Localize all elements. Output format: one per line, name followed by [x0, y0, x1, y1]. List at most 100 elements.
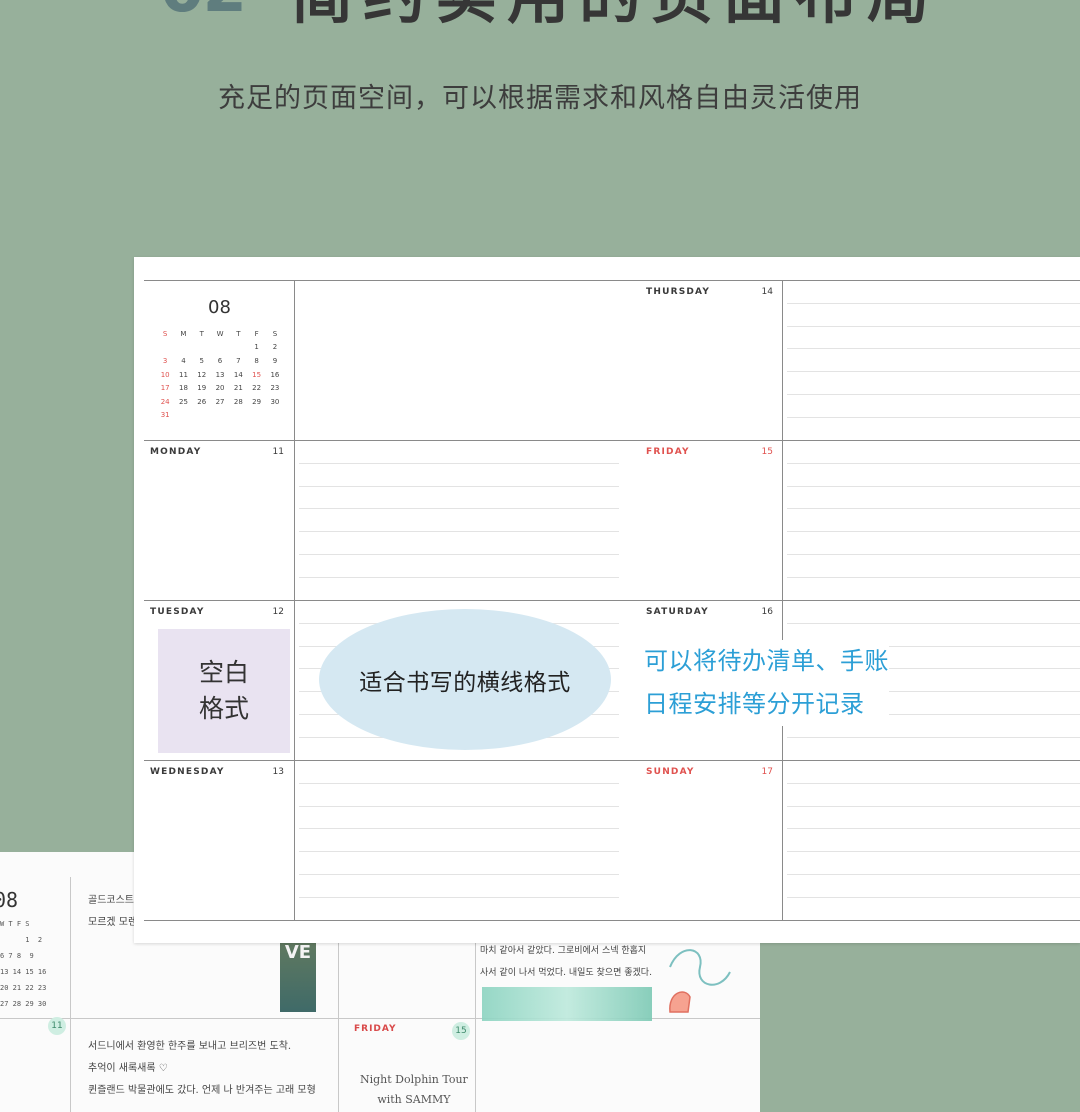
ruled-line [787, 874, 1080, 875]
day-number-monday: 11 [272, 447, 284, 457]
ruled-line [787, 371, 1080, 373]
day-number-wednesday: 13 [272, 767, 284, 777]
mini-calendar-day: 5 [199, 356, 204, 365]
mini-calendar-weekday: S [162, 329, 168, 338]
ruled-line [299, 531, 619, 533]
ruled-line [787, 325, 1080, 327]
ruled-line [299, 554, 619, 555]
mini-calendar-day: 13 [215, 370, 225, 379]
day-number-thursday: 14 [761, 287, 773, 297]
mini-calendar-day: 29 [252, 397, 262, 406]
day-number-tuesday: 12 [272, 607, 284, 617]
photo-night-line: with SAMMY [377, 1093, 451, 1106]
ruled-line [299, 828, 619, 830]
photo-note-line: 모르겠 모렌 [88, 917, 138, 928]
mini-calendar-weekday: T [199, 329, 204, 338]
grid-line [144, 280, 1080, 281]
ruled-line [299, 462, 619, 464]
ruled-line [787, 576, 1080, 578]
ruled-line [787, 851, 1080, 853]
photo-day-badge: 11 [48, 1017, 66, 1035]
photo-divider [475, 942, 476, 1112]
mini-calendar-day [174, 409, 192, 423]
day-label-thursday: THURSDAY [646, 287, 711, 297]
day-label-wednesday: WEDNESDAY [150, 767, 225, 777]
mini-calendar: S M T W T F S 1 2 3 4 5 6 7 8 9 10 11 12 13 14 15 16 17 18 19 20 21… [156, 327, 284, 422]
photo-note-line: 퀸즐랜드 박물관에도 갔다. 언제 나 반겨주는 고래 모형 [88, 1085, 316, 1096]
photo-strip-text: VE [284, 942, 312, 963]
photo-night-line: Night Dolphin Tour [360, 1073, 468, 1086]
mini-calendar-day [266, 409, 284, 423]
ruled-line [787, 828, 1080, 830]
ruled-line [787, 394, 1080, 395]
photo-mini-calendar: W T F S 1 2 6 7 8 9 13 14 15 16 20 21 22… [0, 920, 47, 1008]
page-subtitle: 充足的页面空间，可以根据需求和风格自由灵活使用 [218, 83, 862, 114]
ruled-line [787, 622, 1080, 624]
ruled-line [299, 508, 619, 510]
section-number: 02 [160, 0, 247, 27]
mini-calendar-day: 14 [233, 370, 243, 379]
photo-note-line: 서드니에서 환영한 한주를 보내고 브리즈번 도착. [88, 1041, 292, 1052]
grid-line [144, 600, 1080, 601]
photo-note-line: 사서 같이 나서 먹었다. 내일도 찾으면 좋겠다. [480, 968, 652, 978]
mini-calendar-day: 26 [197, 397, 207, 406]
mini-calendar-day [193, 341, 211, 355]
photo-note-right: 마치 같아서 같았다. 그로비에서 스넥 한홉지 사서 같이 나서 먹었다. 내… [480, 940, 652, 984]
ruled-line [787, 508, 1080, 510]
photo-divider [70, 877, 71, 1112]
photo-note-line: 마치 같아서 같았다. 그로비에서 스넥 한홉지 [480, 946, 647, 956]
photo-friday-label: FRIDAY [354, 1024, 397, 1034]
mini-calendar-weekday: S [272, 329, 278, 338]
photo-note-mid: 서드니에서 환영한 한주를 보내고 브리즈번 도착. 추억이 새록새록 ♡ 퀸즐… [88, 1036, 316, 1102]
page-title: 简约实用的页面布局 [291, 0, 939, 35]
photo-month: 08 [0, 888, 19, 912]
ruled-line [787, 485, 1080, 487]
mini-calendar-day: 8 [254, 356, 259, 365]
ruled-line [787, 736, 1080, 738]
blank-format-callout: 空白 格式 [158, 629, 290, 753]
mini-calendar-day: 21 [233, 384, 243, 393]
mini-calendar-day: 20 [215, 384, 225, 393]
day-number-saturday: 16 [761, 607, 773, 617]
mini-calendar-day: 22 [252, 384, 262, 393]
mini-calendar-day: 28 [233, 397, 243, 406]
mini-calendar-day: 12 [197, 370, 207, 379]
ruled-line [299, 851, 619, 853]
ruled-line [299, 576, 619, 578]
photo-note-line: 추억이 새록새록 ♡ [88, 1063, 168, 1074]
photo-strip: VE [280, 942, 316, 1012]
blank-format-line: 格式 [198, 694, 249, 723]
mini-calendar-weekday: T [236, 329, 241, 338]
photo-divider [338, 942, 339, 1112]
ruled-line [787, 416, 1080, 418]
mini-calendar-day [174, 341, 192, 355]
mini-calendar-day: 16 [270, 370, 280, 379]
mini-calendar-day: 17 [160, 384, 170, 393]
mini-calendar-day: 19 [197, 384, 207, 393]
mini-calendar-day: 4 [181, 356, 186, 365]
photo-night-text: Night Dolphin Tour with SAMMY [360, 1070, 468, 1110]
weekly-planner-page: 08 S M T W T F S 1 2 3 4 5 6 7 8 9 10 11 12 13 14 15 16 17 18 19 2… [134, 257, 1080, 943]
mini-calendar-day [156, 341, 174, 355]
day-label-friday: FRIDAY [646, 447, 690, 457]
mini-calendar-weekday: F [254, 329, 259, 338]
mini-calendar-day [229, 409, 247, 423]
ruled-line [787, 896, 1080, 898]
mini-calendar-day: 11 [178, 370, 188, 379]
photo-day-badge: 15 [452, 1022, 470, 1040]
mini-calendar-day: 7 [236, 356, 241, 365]
grid-line [782, 280, 783, 920]
mini-calendar-day: 25 [178, 397, 188, 406]
grid-line [144, 440, 1080, 441]
tip-callout: 可以将待办清单、手账 日程安排等分开记录 [644, 640, 889, 726]
mini-calendar-month: 08 [208, 297, 231, 318]
day-label-saturday: SATURDAY [646, 607, 709, 617]
day-label-sunday: SUNDAY [646, 767, 695, 777]
mini-calendar-day: 1 [254, 343, 259, 352]
mini-calendar-day: 6 [217, 356, 223, 365]
mini-calendar-day: 10 [160, 370, 170, 379]
day-number-friday: 15 [761, 447, 773, 457]
grid-line [144, 760, 1080, 761]
day-label-tuesday: TUESDAY [150, 607, 205, 617]
day-label-monday: MONDAY [150, 447, 202, 457]
